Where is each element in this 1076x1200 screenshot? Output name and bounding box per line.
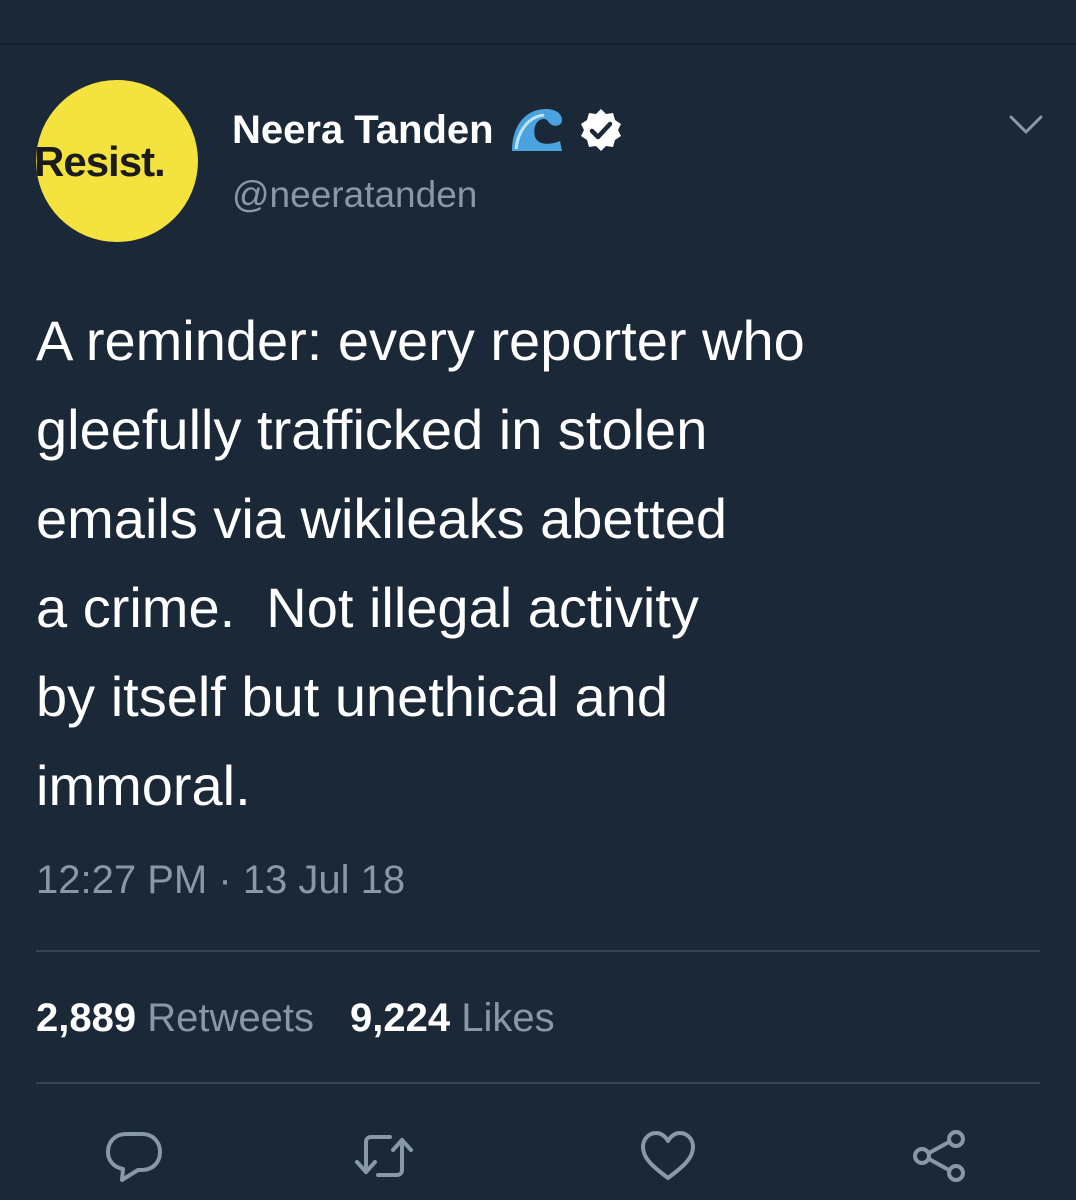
tweet-detail-view: Resist. Neera Tanden @neeratanden A remi… bbox=[0, 0, 1076, 1200]
verified-badge-icon bbox=[580, 109, 621, 151]
retweets-count: 2,889 bbox=[36, 996, 137, 1040]
share-icon bbox=[913, 1130, 965, 1182]
retweet-icon bbox=[355, 1135, 413, 1177]
divider bbox=[36, 1082, 1040, 1084]
avatar[interactable]: Resist. bbox=[36, 80, 198, 242]
reply-button[interactable] bbox=[104, 1128, 164, 1184]
reply-icon bbox=[106, 1132, 162, 1182]
engagement-stats: 2,889 Retweets 9,224 Likes bbox=[36, 996, 591, 1041]
heart-icon bbox=[641, 1131, 695, 1180]
wave-emoji-icon bbox=[511, 109, 562, 151]
tweet-timestamp[interactable]: 12:27 PM · 13 Jul 18 bbox=[36, 858, 405, 903]
likes-stat[interactable]: 9,224 Likes bbox=[350, 996, 591, 1040]
retweets-stat[interactable]: 2,889 Retweets bbox=[36, 996, 350, 1040]
top-divider bbox=[0, 43, 1076, 45]
author-name-row[interactable]: Neera Tanden bbox=[232, 104, 624, 156]
retweets-label: Retweets bbox=[147, 996, 314, 1040]
display-name[interactable]: Neera Tanden bbox=[232, 108, 494, 153]
chevron-down-icon[interactable] bbox=[1008, 112, 1044, 138]
tweet-text: A reminder: every reporter who gleefully… bbox=[36, 309, 805, 817]
likes-label: Likes bbox=[461, 996, 555, 1040]
likes-count: 9,224 bbox=[349, 996, 451, 1040]
divider bbox=[36, 950, 1040, 952]
retweet-button[interactable] bbox=[354, 1128, 414, 1184]
like-button[interactable] bbox=[638, 1128, 698, 1184]
avatar-resist-text: Resist. bbox=[36, 138, 166, 185]
user-handle[interactable]: @neeratanden bbox=[232, 174, 477, 216]
share-button[interactable] bbox=[910, 1128, 970, 1184]
